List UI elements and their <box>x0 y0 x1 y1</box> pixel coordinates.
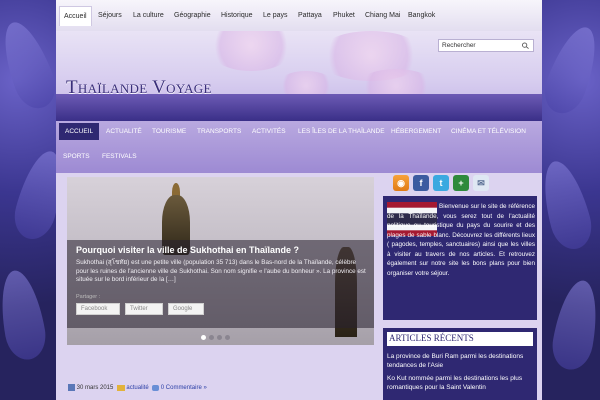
topmenu-item-pattaya[interactable]: Pattaya <box>298 12 322 19</box>
post-category-link[interactable]: actualité <box>126 385 148 391</box>
share-label: Partager : <box>76 294 101 300</box>
nav-item-transports[interactable]: Transports <box>197 128 241 135</box>
facebook-icon[interactable]: f <box>413 175 429 191</box>
share-twitter-button[interactable]: Twitter <box>125 303 163 315</box>
nav-item-tourisme[interactable]: Tourisme <box>152 128 186 135</box>
recent-posts-widget: Articles récents La province de Buri Ram… <box>383 328 537 400</box>
topmenu-item-historique[interactable]: Historique <box>221 12 253 19</box>
slider-dot-3[interactable] <box>217 335 222 340</box>
comment-icon <box>152 384 160 391</box>
slide-title[interactable]: Pourquoi visiter la ville de Sukhothai e… <box>76 245 366 255</box>
nav-item-iles[interactable]: Les îles de la Thaïlande <box>298 128 385 135</box>
main-nav: Accueil Actualité Tourisme Transports Ac… <box>56 121 542 173</box>
post-date: 30 mars 2015 <box>76 385 114 392</box>
topmenu-item-culture[interactable]: La culture <box>133 12 164 19</box>
topmenu-item-phuket[interactable]: Phuket <box>333 12 355 19</box>
topmenu-item-geographie[interactable]: Géographie <box>174 12 211 19</box>
share-google-button[interactable]: Google <box>168 303 204 315</box>
share-google-label: Google <box>173 306 193 312</box>
share-facebook-label: Facebook <box>81 306 108 312</box>
nav-item-hebergement[interactable]: Hébergement <box>391 128 441 135</box>
topmenu-item-chiang-mai[interactable]: Chiang Mai <box>365 12 400 19</box>
email-icon[interactable]: ✉ <box>473 175 489 191</box>
topmenu-item-bangkok[interactable]: Bangkok <box>408 12 435 19</box>
twitter-icon[interactable]: t <box>433 175 449 191</box>
rss-icon[interactable]: ◉ <box>393 175 409 191</box>
welcome-text: Bienvenue sur le site de référence de la… <box>387 203 535 277</box>
slider-dot-1[interactable] <box>201 335 206 340</box>
search-input[interactable] <box>439 40 520 51</box>
nav-item-festivals[interactable]: Festivals <box>102 153 137 160</box>
share-twitter-label: Twitter <box>130 306 148 312</box>
topmenu-item-pays[interactable]: Le pays <box>263 12 288 19</box>
page-wrapper: Accueil Séjours La culture Géographie Hi… <box>56 0 542 400</box>
plus-icon[interactable]: + <box>453 175 469 191</box>
nav-item-accueil[interactable]: Accueil <box>59 123 100 140</box>
search-box <box>438 39 534 52</box>
recent-post-link[interactable]: La province de Buri Ram parmi les destin… <box>387 352 535 370</box>
slider-pagination <box>201 335 233 342</box>
share-facebook-button[interactable]: Facebook <box>76 303 120 315</box>
header-band <box>56 94 542 121</box>
nav-item-actualite[interactable]: Actualité <box>106 128 142 135</box>
topmenu-item-sejours[interactable]: Séjours <box>98 12 122 19</box>
top-menu: Accueil Séjours La culture Géographie Hi… <box>56 0 542 32</box>
nav-item-sports[interactable]: Sports <box>63 153 90 160</box>
post-meta: 30 mars 2015 actualité 0 Commentaire » <box>68 384 207 391</box>
site-header: Thaïlande Voyage <box>56 31 542 121</box>
recent-post-link[interactable]: Ko Kut nommée parmi les destinations les… <box>387 374 535 392</box>
featured-slider[interactable]: Pourquoi visiter la ville de Sukhothai e… <box>67 177 374 345</box>
post-comments-link[interactable]: 0 Commentaire » <box>161 385 207 391</box>
right-decoration <box>542 0 600 400</box>
slider-dot-2[interactable] <box>209 335 214 340</box>
content-area: Pourquoi visiter la ville de Sukhothai e… <box>56 173 542 400</box>
topmenu-item-accueil[interactable]: Accueil <box>59 6 92 26</box>
nav-item-activites[interactable]: Activités <box>252 128 286 135</box>
recent-posts-title: Articles récents <box>387 332 533 346</box>
slider-dot-4[interactable] <box>225 335 230 340</box>
slide-excerpt: Sukhothai (สุโขทัย) est une petite ville… <box>76 259 366 284</box>
calendar-icon <box>68 384 75 391</box>
left-decoration <box>0 0 56 400</box>
nav-item-cinema[interactable]: Cinéma et Télévision <box>451 128 526 135</box>
welcome-widget: Bienvenue sur le site de référence de la… <box>383 196 537 320</box>
search-icon[interactable] <box>521 42 530 49</box>
folder-icon <box>116 384 125 391</box>
